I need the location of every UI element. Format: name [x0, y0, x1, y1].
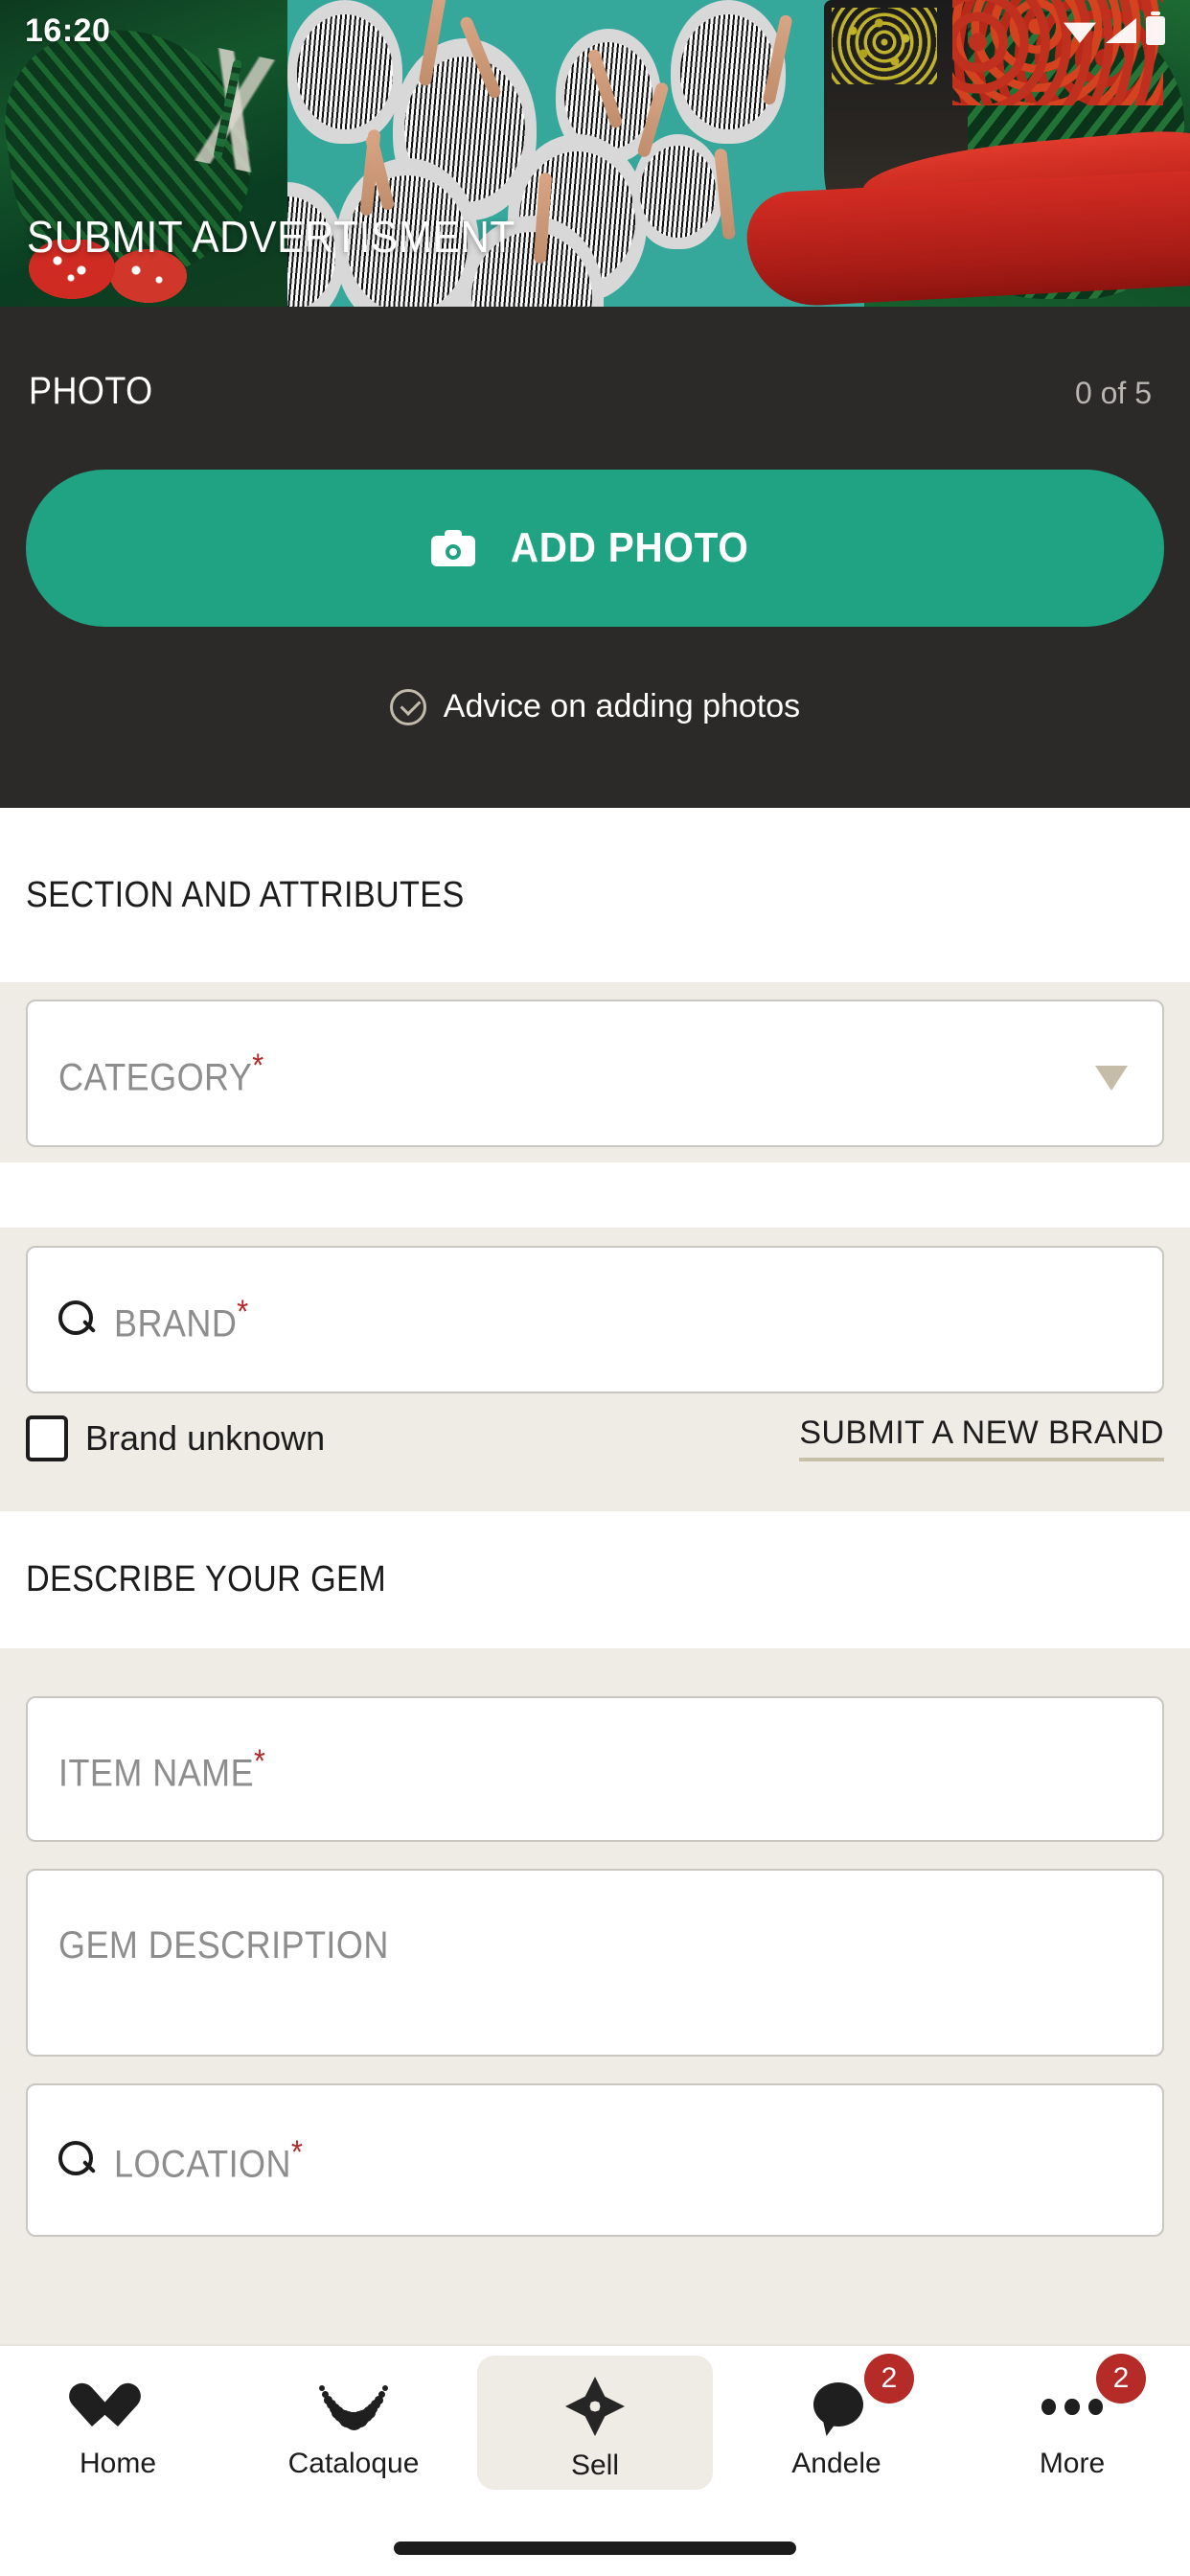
search-icon — [58, 1300, 97, 1339]
item-name-input[interactable]: ITEM NAME* — [26, 1696, 1164, 1842]
dragonfly-art — [166, 41, 304, 179]
section-attributes-title-band: SECTION AND ATTRIBUTES — [0, 808, 1190, 982]
signal-icon — [1106, 18, 1136, 43]
brand-unknown-label: Brand unknown — [85, 1417, 326, 1458]
badge-andele: 2 — [864, 2354, 914, 2404]
sparkle-icon — [565, 2377, 625, 2436]
describe-gem-title: DESCRIBE YOUR GEM — [26, 1559, 387, 1599]
advice-label: Advice on adding photos — [443, 688, 801, 724]
necklace-icon — [316, 2379, 391, 2434]
photo-count: 0 of 5 — [1074, 376, 1152, 410]
location-label: LOCATION* — [114, 2133, 304, 2186]
badge-more: 2 — [1096, 2354, 1146, 2404]
heart-icon — [87, 2379, 149, 2434]
add-photo-button[interactable]: ADD PHOTO — [26, 470, 1164, 627]
search-icon — [58, 2141, 97, 2179]
nav-label-more: More — [1039, 2448, 1106, 2479]
advice-on-adding-photos-link[interactable]: Advice on adding photos — [0, 688, 1190, 725]
nav-item-home[interactable]: Home — [0, 2346, 236, 2499]
photo-section: PHOTO 0 of 5 ADD PHOTO Advice on adding … — [0, 307, 1190, 808]
submit-new-brand-link[interactable]: SUBMIT A NEW BRAND — [799, 1414, 1164, 1461]
band-divider-1 — [0, 1162, 1190, 1228]
check-circle-icon — [389, 688, 426, 725]
chevron-down-icon — [1095, 1066, 1128, 1091]
nav-item-cataloque[interactable]: Cataloque — [236, 2346, 471, 2499]
section-attributes-title: SECTION AND ATTRIBUTES — [26, 874, 465, 915]
nav-label-andele: Andele — [791, 2448, 881, 2479]
category-dropdown[interactable]: CATEGORY* — [26, 1000, 1164, 1147]
page-title: SUBMIT ADVERTISMENT — [27, 212, 515, 262]
nav-label-home: Home — [79, 2448, 157, 2479]
describe-gem-title-band: DESCRIBE YOUR GEM — [0, 1511, 1190, 1648]
home-indicator — [394, 2542, 796, 2555]
brand-search-input[interactable]: BRAND* — [26, 1246, 1164, 1393]
item-name-label: ITEM NAME* — [58, 1742, 266, 1795]
photo-section-header: PHOTO 0 of 5 — [0, 307, 1190, 413]
category-label: CATEGORY* — [58, 1046, 264, 1099]
nav-item-sell[interactable]: Sell — [477, 2356, 713, 2490]
nav-item-andele[interactable]: Andele 2 — [719, 2346, 954, 2499]
brand-label: BRAND* — [114, 1293, 249, 1346]
more-dots-icon — [1041, 2379, 1103, 2434]
status-icons — [1064, 12, 1165, 45]
add-photo-label: ADD PHOTO — [510, 524, 749, 571]
wifi-icon — [1064, 22, 1096, 43]
gem-description-textarea[interactable]: GEM DESCRIPTION — [26, 1869, 1164, 2057]
hero-banner: 16:20 SUBMIT ADVERTISMENT — [0, 0, 1190, 307]
bottom-nav-items: Home Cataloque Sell Andele 2 More 2 — [0, 2346, 1190, 2499]
app-root: 16:20 SUBMIT ADVERTISMENT PHOTO 0 of 5 A… — [0, 0, 1190, 2576]
status-time: 16:20 — [25, 12, 111, 49]
photo-label: PHOTO — [29, 370, 153, 412]
brand-options-row: Brand unknown SUBMIT A NEW BRAND — [26, 1414, 1164, 1461]
camera-icon — [430, 530, 475, 566]
bottom-navigation: Home Cataloque Sell Andele 2 More 2 — [0, 2344, 1190, 2576]
nav-item-more[interactable]: More 2 — [954, 2346, 1190, 2499]
brand-unknown-checkbox[interactable]: Brand unknown — [26, 1414, 326, 1461]
battery-icon — [1146, 12, 1165, 45]
describe-gem-band: ITEM NAME* GEM DESCRIPTION LOCATION* — [0, 1648, 1190, 2415]
checkbox-box — [26, 1414, 68, 1461]
category-band: CATEGORY* — [0, 982, 1190, 1162]
brand-band: BRAND* Brand unknown SUBMIT A NEW BRAND — [0, 1228, 1190, 1511]
speech-bubble-icon — [806, 2379, 867, 2438]
nav-label-sell: Sell — [570, 2450, 620, 2481]
status-bar: 16:20 — [0, 0, 1190, 61]
nav-label-cataloque: Cataloque — [287, 2448, 420, 2479]
gem-description-label: GEM DESCRIPTION — [58, 1924, 389, 1966]
location-search-input[interactable]: LOCATION* — [26, 2083, 1164, 2237]
